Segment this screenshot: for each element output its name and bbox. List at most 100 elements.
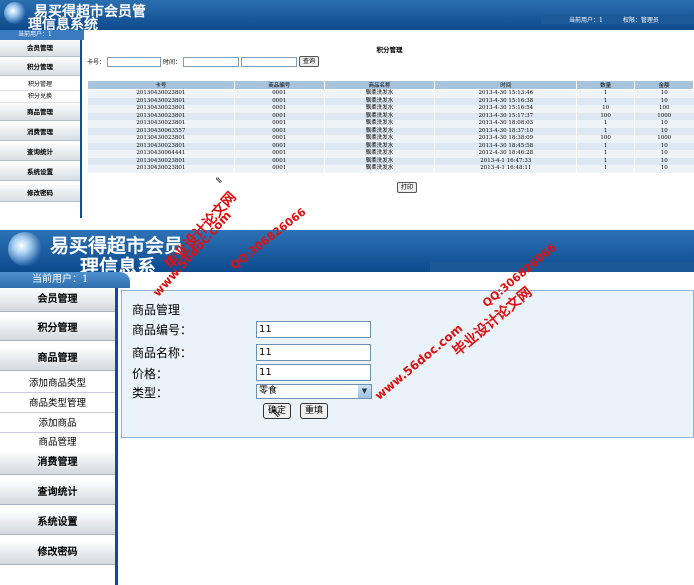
table-cell: 10 <box>634 165 694 173</box>
sidebar-subitem-points-manage[interactable]: 积分管理 <box>0 79 80 91</box>
table-row: 20130430023801 0001 飘柔洗发水 2013-4-30 18:45:5… <box>87 142 694 150</box>
bottom-header-strip <box>430 262 694 272</box>
col-amount: 金额 <box>634 80 694 90</box>
table-cell: 飘柔洗发水 <box>323 89 435 98</box>
table-cell: 0001 <box>233 89 325 98</box>
price-label: 价格： <box>132 367 169 381</box>
current-user-label: 当前用户：1 <box>569 17 603 24</box>
table-cell: 20130430064441 <box>87 150 235 158</box>
table-cell: 0001 <box>233 157 325 165</box>
table-cell: 10 <box>634 120 694 128</box>
mouse-cursor-icon: ⇖ <box>271 406 282 420</box>
logo-icon <box>8 232 42 266</box>
table-cell: 10 <box>634 127 694 135</box>
sidebar-item-points[interactable]: 积分管理 <box>0 59 80 76</box>
table-cell: 20130430023801 <box>87 97 235 105</box>
table-cell: 0001 <box>233 112 325 120</box>
table-row: 20130430023801 0001 飘柔洗发水 2013-4-30 18:38:0… <box>87 135 694 143</box>
table-cell: 2013-4-30 18:45:58 <box>434 142 577 150</box>
search-bar: 卡号： 时间： 查询 <box>87 56 320 67</box>
table-cell: 飘柔洗发水 <box>323 97 435 105</box>
name-input[interactable]: 11 <box>256 344 371 361</box>
table-row: 20130430023801 0001 飘柔洗发水 2013-4-1 16:47:33… <box>87 157 694 165</box>
table-cell: 10 <box>634 89 694 98</box>
code-input[interactable]: 11 <box>256 321 371 338</box>
sidebar-item-settings[interactable]: 系统设置 <box>0 164 80 181</box>
table-cell: 飘柔洗发水 <box>323 120 435 128</box>
sidebar-item-password[interactable]: 修改密码 <box>0 541 115 565</box>
sidebar-subitem-goods-manage[interactable]: 商品管理 <box>0 433 115 452</box>
table-cell: 1000 <box>634 112 694 120</box>
reset-button[interactable]: 重填 <box>300 403 329 419</box>
table-cell: 2013-4-1 16:47:33 <box>434 157 577 165</box>
top-sidebar: 会员管理 积分管理 积分管理 积分兑换 商品管理 消费管理 查询统计 系统设置 … <box>0 40 82 218</box>
chevron-down-icon[interactable]: ▼ <box>358 385 371 398</box>
table-cell: 飘柔洗发水 <box>323 157 435 165</box>
table-cell: 1 <box>576 89 635 98</box>
table-cell: 飘柔洗发水 <box>323 112 435 120</box>
col-qty: 数量 <box>576 80 636 90</box>
top-sidebar-user-bar: 当前用户：1 <box>0 30 84 40</box>
sidebar-item-consume[interactable]: 消费管理 <box>0 124 80 141</box>
table-cell: 10 <box>634 150 694 158</box>
table-cell: 100 <box>634 105 694 113</box>
table-row: 20130430063557 0001 飘柔洗发水 2013-4-30 18:37:1… <box>87 127 694 135</box>
table-cell: 1 <box>576 97 635 105</box>
name-label: 商品名称： <box>132 346 193 360</box>
mouse-cursor-icon: ⇖ <box>215 176 223 186</box>
sidebar-item-password[interactable]: 修改密码 <box>0 185 80 202</box>
top-user-info: 当前用户：1 权限：管理员 <box>541 15 694 24</box>
table-cell: 10 <box>634 97 694 105</box>
sidebar-item-settings[interactable]: 系统设置 <box>0 511 115 535</box>
table-cell: 飘柔洗发水 <box>323 150 435 158</box>
table-cell: 0001 <box>233 135 325 143</box>
table-cell: 20130430023801 <box>87 112 235 120</box>
table-cell: 0001 <box>233 150 325 158</box>
table-cell: 20130430023801 <box>87 142 235 150</box>
time-start-input[interactable] <box>183 56 240 67</box>
table-cell: 2013-4-30 18:37:10 <box>434 127 577 135</box>
time-end-input[interactable] <box>241 56 298 67</box>
table-cell: 2012-4-30 18:46:28 <box>434 150 577 158</box>
table-cell: 100 <box>576 112 635 120</box>
table-cell: 20130430023801 <box>87 105 235 113</box>
table-cell: 20130430023801 <box>87 120 235 128</box>
sidebar-item-goods[interactable]: 商品管理 <box>0 104 80 121</box>
table-cell: 20130430023801 <box>87 157 235 165</box>
table-cell: 1 <box>576 165 635 173</box>
section-title: 商品管理 <box>132 303 181 317</box>
table-cell: 0001 <box>233 120 325 128</box>
sidebar-item-member[interactable]: 会员管理 <box>0 40 80 57</box>
bottom-sidebar-user-bar: 当前用户：1 <box>0 272 130 288</box>
col-name: 商品名称 <box>323 80 436 90</box>
sidebar-subitem-add-goods[interactable]: 添加商品 <box>0 414 115 433</box>
type-select[interactable]: 零食 ▼ <box>256 384 372 399</box>
card-input[interactable] <box>107 56 162 67</box>
sidebar-item-query[interactable]: 查询统计 <box>0 144 80 161</box>
table-cell: 2013-4-30 15:13:46 <box>434 89 577 98</box>
sidebar-subitem-type-manage[interactable]: 商品类型管理 <box>0 394 115 413</box>
sidebar-item-member[interactable]: 会员管理 <box>0 288 115 312</box>
table-cell: 飘柔洗发水 <box>323 135 435 143</box>
table-cell: 飘柔洗发水 <box>323 105 435 113</box>
separator <box>0 218 694 230</box>
table-cell: 0001 <box>233 142 325 150</box>
price-input[interactable]: 11 <box>256 364 371 381</box>
sidebar-item-points[interactable]: 积分管理 <box>0 317 115 341</box>
sidebar-item-query[interactable]: 查询统计 <box>0 481 115 505</box>
table-cell: 1000 <box>634 135 694 143</box>
type-label: 类型： <box>132 386 169 400</box>
sidebar-item-consume[interactable]: 消费管理 <box>0 451 115 475</box>
col-card: 卡号 <box>87 80 235 90</box>
table-row: 20130430023801 0001 飘柔洗发水 2013-4-30 15:13:4… <box>87 89 694 98</box>
sidebar-subitem-add-type[interactable]: 添加商品类型 <box>0 374 115 393</box>
table-cell: 20130430023801 <box>87 89 235 98</box>
points-table: 卡号 商品编号 商品名称 时间 数量 金额 20130430023801 0001… <box>87 80 694 173</box>
sidebar-item-goods[interactable]: 商品管理 <box>0 347 115 371</box>
time-label: 时间： <box>163 59 182 66</box>
table-row: 20130430023801 0001 飘柔洗发水 2013-4-30 18:08:0… <box>87 120 694 128</box>
type-select-value: 零食 <box>259 386 278 396</box>
sidebar-subitem-points-exchange[interactable]: 积分兑换 <box>0 91 80 103</box>
search-button[interactable]: 查询 <box>299 56 320 67</box>
print-button[interactable]: 打印 <box>397 182 418 193</box>
